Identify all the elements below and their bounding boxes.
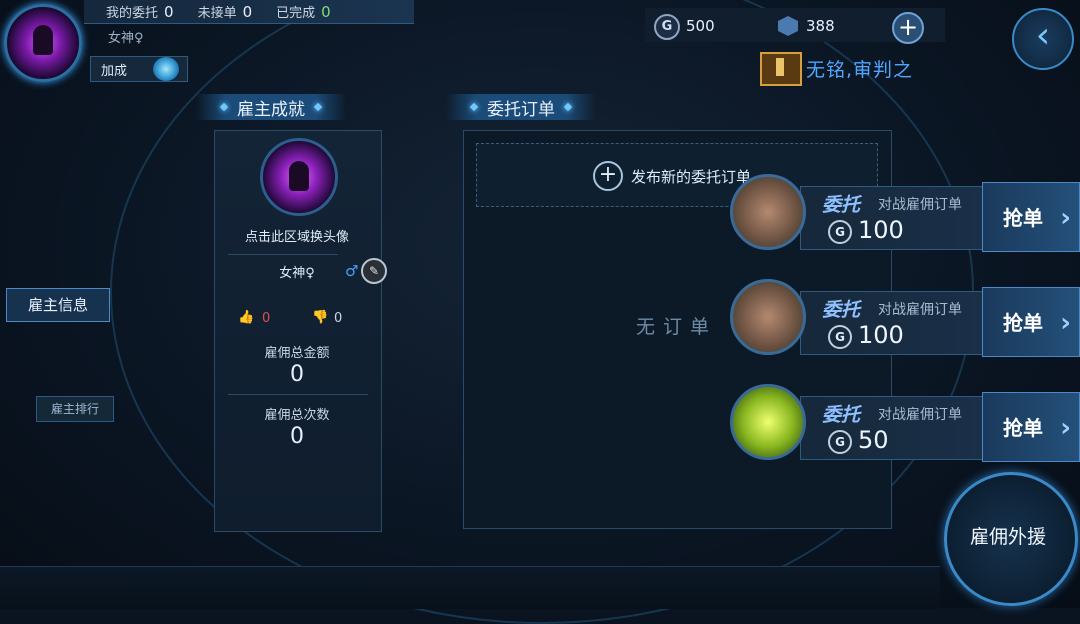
order-item: 委托 对战雇佣订单 G 100 抢单 › — [730, 279, 1080, 359]
order-type: 委托 — [822, 194, 861, 216]
grab-order-button[interactable]: 抢单 › — [982, 182, 1080, 252]
order-avatar — [730, 279, 806, 355]
chevron-right-icon: › — [1060, 413, 1071, 443]
grab-order-button[interactable]: 抢单 › — [982, 392, 1080, 462]
my-commission-count: 0 — [164, 2, 174, 21]
completed-count: 0 — [321, 2, 331, 21]
nav-employer-rank[interactable]: 雇主排行 — [36, 396, 114, 422]
order-item: 委托 对战雇佣订单 G 50 抢单 › — [730, 384, 1080, 464]
player-avatar[interactable] — [4, 4, 82, 82]
total-amount-value: 0 — [290, 362, 304, 387]
change-avatar-hint[interactable]: 点击此区域换头像 — [214, 226, 380, 245]
coin-amount: 500 — [686, 17, 715, 35]
order-desc: 对战雇佣订单 — [878, 302, 962, 318]
order-price: 50 — [858, 426, 889, 454]
grab-order-label: 抢单 — [1003, 206, 1043, 230]
order-type: 委托 — [822, 299, 861, 321]
section-employer-achievement: 雇主成就 — [196, 94, 346, 120]
title-banner: 无铭,审判之 — [806, 59, 914, 81]
divider — [228, 254, 338, 255]
order-price: 100 — [858, 321, 904, 349]
coin-icon: G — [654, 14, 680, 40]
thumbs-up-icon: 👍 — [238, 310, 255, 325]
completed-label: 已完成 — [276, 6, 316, 21]
unaccepted-label: 未接单 — [197, 6, 237, 21]
bonus-button[interactable]: 加成 — [90, 56, 188, 82]
section-employer-achievement-label: 雇主成就 — [237, 99, 305, 120]
edit-pencil-icon[interactable]: ✎ — [361, 258, 387, 284]
order-desc: 对战雇佣订单 — [878, 407, 962, 423]
coin-icon: G — [828, 325, 852, 349]
gem-amount: 388 — [806, 17, 835, 35]
add-currency-button[interactable]: + — [892, 12, 924, 44]
publish-order-label: 发布新的委托订单 — [631, 168, 752, 186]
unaccepted-count: 0 — [242, 2, 253, 21]
commission-stats-bar: 我的委托 0 未接单 0 已完成 0 — [84, 0, 414, 24]
back-button[interactable]: ‹ — [1012, 8, 1074, 70]
title-badge-icon — [760, 52, 802, 86]
order-desc: 对战雇佣订单 — [878, 197, 962, 213]
likes-count: 0 — [262, 311, 271, 326]
nav-employer-info-label: 雇主信息 — [27, 296, 88, 314]
plus-icon: + — [593, 161, 623, 191]
my-commission-label: 我的委托 — [106, 6, 159, 21]
bottom-bar — [0, 566, 940, 609]
bonus-stack-icon — [153, 57, 179, 81]
thumbs-down-icon: 👎 — [312, 310, 329, 325]
chevron-right-icon: › — [1060, 308, 1071, 338]
bonus-label: 加成 — [101, 64, 128, 79]
dislikes-count: 0 — [334, 311, 343, 326]
grab-order-label: 抢单 — [1003, 416, 1043, 440]
total-count-value: 0 — [290, 424, 304, 449]
total-amount-label: 雇佣总金额 — [264, 346, 330, 361]
order-item: 委托 对战雇佣订单 G 100 抢单 › — [730, 174, 1080, 254]
player-name: 女神♀ — [108, 31, 144, 46]
order-avatar — [730, 174, 806, 250]
empty-orders-text: 无订单 — [636, 316, 718, 338]
nav-employer-info[interactable]: 雇主信息 — [6, 288, 110, 322]
chevron-right-icon: › — [1060, 203, 1071, 233]
order-avatar — [730, 384, 806, 460]
divider — [228, 394, 368, 395]
coin-icon: G — [828, 220, 852, 244]
nav-employer-rank-label: 雇主排行 — [50, 402, 99, 416]
section-commission-orders-label: 委托订单 — [487, 99, 555, 120]
order-price: 100 — [858, 216, 904, 244]
grab-order-label: 抢单 — [1003, 311, 1043, 335]
hire-support-label: 雇佣外援 — [969, 526, 1046, 548]
total-count-label: 雇佣总次数 — [264, 408, 330, 423]
section-commission-orders: 委托订单 — [446, 94, 596, 120]
male-gender-icon: ♂ — [345, 262, 359, 280]
coin-icon: G — [828, 430, 852, 454]
employer-avatar[interactable] — [260, 138, 338, 216]
order-type: 委托 — [822, 404, 861, 426]
grab-order-button[interactable]: 抢单 › — [982, 287, 1080, 357]
